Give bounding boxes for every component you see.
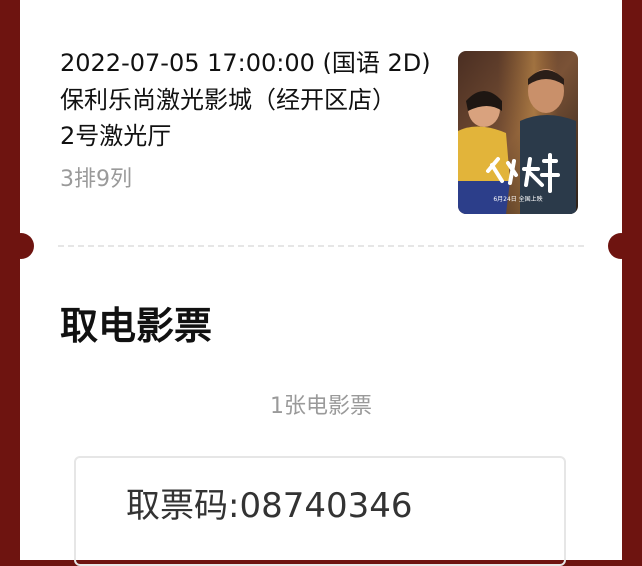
cinema-name: 保利乐尚激光影城（经开区店） bbox=[60, 86, 396, 114]
movie-poster[interactable]: 6月24日 全国上映 bbox=[458, 51, 578, 214]
ticket-notch-left bbox=[8, 233, 34, 259]
poster-image: 6月24日 全国上映 bbox=[458, 51, 578, 214]
ticket-notch-right bbox=[608, 233, 634, 259]
hall-name: 2号激光厅 bbox=[60, 122, 172, 150]
pickup-code-box: 取票码:08740346 bbox=[74, 456, 566, 566]
ticket-count: 1张电影票 bbox=[270, 394, 372, 419]
pickup-code-value: 08740346 bbox=[239, 486, 413, 526]
seat-info: 3排9列 bbox=[60, 167, 132, 192]
ticket-card: 2022-07-05 17:00:00 (国语 2D) 保利乐尚激光影城（经开区… bbox=[20, 0, 622, 566]
show-info: 2022-07-05 17:00:00 (国语 2D) 保利乐尚激光影城（经开区… bbox=[60, 46, 440, 196]
pickup-code-line[interactable]: 取票码:08740346 bbox=[126, 484, 413, 528]
pickup-code-label: 取票码: bbox=[126, 486, 240, 526]
show-datetime: 2022-07-05 17:00:00 (国语 2D) bbox=[60, 49, 431, 77]
section-title: 取电影票 bbox=[60, 304, 213, 348]
dashed-divider bbox=[58, 245, 584, 247]
poster-release-text: 6月24日 全国上映 bbox=[493, 195, 542, 203]
